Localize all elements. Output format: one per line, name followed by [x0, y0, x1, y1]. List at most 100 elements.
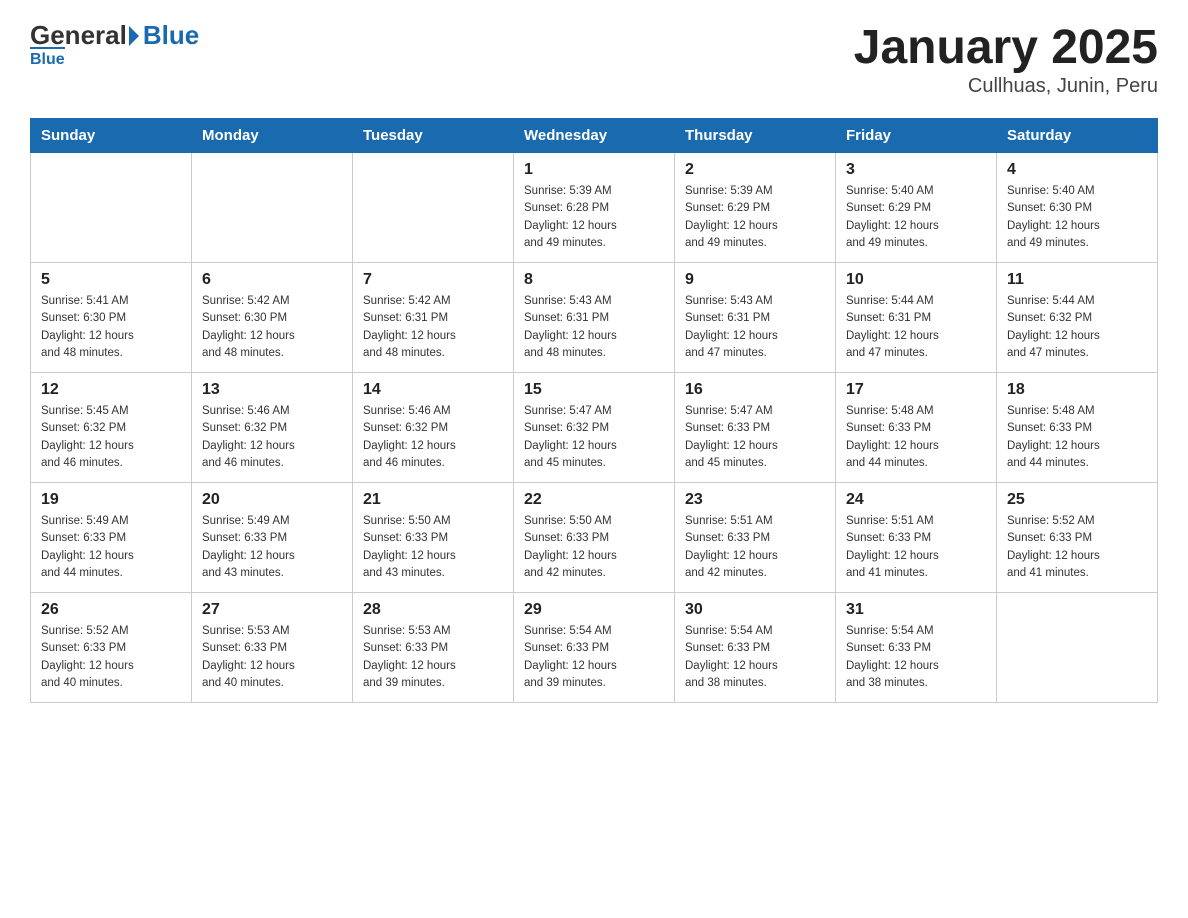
day-number: 19 — [41, 491, 181, 509]
day-info: Sunrise: 5:39 AMSunset: 6:28 PMDaylight:… — [524, 183, 664, 252]
day-number: 3 — [846, 161, 986, 179]
day-header-saturday: Saturday — [997, 119, 1158, 153]
day-info: Sunrise: 5:44 AMSunset: 6:31 PMDaylight:… — [846, 293, 986, 362]
table-row: 3 Sunrise: 5:40 AMSunset: 6:29 PMDaylight… — [836, 153, 997, 263]
day-header-sunday: Sunday — [31, 119, 192, 153]
day-header-friday: Friday — [836, 119, 997, 153]
day-number: 25 — [1007, 491, 1147, 509]
table-row: 23 Sunrise: 5:51 AMSunset: 6:33 PMDayligh… — [675, 483, 836, 593]
day-info: Sunrise: 5:47 AMSunset: 6:32 PMDaylight:… — [524, 403, 664, 472]
logo-arrow-icon — [129, 26, 139, 46]
table-row: 15Sunrise: 5:47 AMSunset: 6:32 PMDayligh… — [514, 373, 675, 483]
day-info: Sunrise: 5:42 AMSunset: 6:30 PMDaylight:… — [202, 293, 342, 362]
day-info: Sunrise: 5:51 AMSunset: 6:33 PMDaylight:… — [846, 513, 986, 582]
day-info: Sunrise: 5:50 AMSunset: 6:33 PMDaylight:… — [524, 513, 664, 582]
days-of-week-row: SundayMondayTuesdayWednesdayThursdayFrid… — [31, 119, 1158, 153]
day-info: Sunrise: 5:49 AMSunset: 6:33 PMDaylight:… — [202, 513, 342, 582]
table-row: 8 Sunrise: 5:43 AMSunset: 6:31 PMDaylight… — [514, 263, 675, 373]
table-row: 31 Sunrise: 5:54 AMSunset: 6:33 PMDayligh… — [836, 593, 997, 703]
page-header: General Blue Blue January 2025 Cullhuas,… — [30, 20, 1158, 98]
table-row: 4Sunrise: 5:40 AMSunset: 6:30 PMDaylight… — [997, 153, 1158, 263]
day-number: 27 — [202, 601, 342, 619]
day-number: 20 — [202, 491, 342, 509]
table-row: 28 Sunrise: 5:53 AMSunset: 6:33 PMDayligh… — [353, 593, 514, 703]
day-number: 6 — [202, 271, 342, 289]
day-info: Sunrise: 5:48 AMSunset: 6:33 PMDaylight:… — [1007, 403, 1147, 472]
table-row: 10 Sunrise: 5:44 AMSunset: 6:31 PMDayligh… — [836, 263, 997, 373]
day-number: 11 — [1007, 271, 1147, 289]
week-row-3: 12 Sunrise: 5:45 AMSunset: 6:32 PMDayligh… — [31, 373, 1158, 483]
table-row: 6 Sunrise: 5:42 AMSunset: 6:30 PMDaylight… — [192, 263, 353, 373]
day-info: Sunrise: 5:51 AMSunset: 6:33 PMDaylight:… — [685, 513, 825, 582]
page-title: January 2025 — [854, 20, 1158, 75]
day-header-wednesday: Wednesday — [514, 119, 675, 153]
week-row-1: 1 Sunrise: 5:39 AMSunset: 6:28 PMDaylight… — [31, 153, 1158, 263]
table-row — [31, 153, 192, 263]
day-number: 31 — [846, 601, 986, 619]
day-number: 7 — [363, 271, 503, 289]
day-info: Sunrise: 5:47 AMSunset: 6:33 PMDaylight:… — [685, 403, 825, 472]
day-info: Sunrise: 5:52 AMSunset: 6:33 PMDaylight:… — [41, 623, 181, 692]
table-row: 18 Sunrise: 5:48 AMSunset: 6:33 PMDayligh… — [997, 373, 1158, 483]
page-subtitle: Cullhuas, Junin, Peru — [854, 75, 1158, 98]
table-row: 19Sunrise: 5:49 AMSunset: 6:33 PMDayligh… — [31, 483, 192, 593]
day-number: 1 — [524, 161, 664, 179]
week-row-4: 19 Sunrise: 5:49 AMSunset: 6:33 PMDayligh… — [31, 483, 1158, 593]
day-info: Sunrise: 5:43 AMSunset: 6:31 PMDaylight:… — [524, 293, 664, 362]
day-number: 10 — [846, 271, 986, 289]
table-row: 14 Sunrise: 5:46 AMSunset: 6:32 PMDayligh… — [353, 373, 514, 483]
table-row — [353, 153, 514, 263]
day-info: Sunrise: 5:46 AMSunset: 6:32 PMDaylight:… — [202, 403, 342, 472]
day-number: 16 — [685, 381, 825, 399]
table-row: 26Sunrise: 5:52 AMSunset: 6:33 PMDayligh… — [31, 593, 192, 703]
day-number: 22 — [524, 491, 664, 509]
table-row: 25 Sunrise: 5:52 AMSunset: 6:33 PMDayligh… — [997, 483, 1158, 593]
day-number: 4 — [1007, 161, 1147, 179]
calendar-body: 1 Sunrise: 5:39 AMSunset: 6:28 PMDaylight… — [31, 153, 1158, 703]
day-number: 13 — [202, 381, 342, 399]
day-header-tuesday: Tuesday — [353, 119, 514, 153]
table-row: 29 Sunrise: 5:54 AMSunset: 6:33 PMDayligh… — [514, 593, 675, 703]
table-row: 7Sunrise: 5:42 AMSunset: 6:31 PMDaylight… — [353, 263, 514, 373]
logo-underline: Blue — [30, 47, 65, 69]
day-info: Sunrise: 5:54 AMSunset: 6:33 PMDaylight:… — [524, 623, 664, 692]
day-number: 8 — [524, 271, 664, 289]
day-info: Sunrise: 5:52 AMSunset: 6:33 PMDaylight:… — [1007, 513, 1147, 582]
day-number: 14 — [363, 381, 503, 399]
table-row: 2Sunrise: 5:39 AMSunset: 6:29 PMDaylight… — [675, 153, 836, 263]
day-number: 29 — [524, 601, 664, 619]
table-row: 20 Sunrise: 5:49 AMSunset: 6:33 PMDayligh… — [192, 483, 353, 593]
table-row: 11Sunrise: 5:44 AMSunset: 6:32 PMDayligh… — [997, 263, 1158, 373]
day-number: 17 — [846, 381, 986, 399]
day-info: Sunrise: 5:50 AMSunset: 6:33 PMDaylight:… — [363, 513, 503, 582]
day-number: 28 — [363, 601, 503, 619]
day-number: 24 — [846, 491, 986, 509]
table-row: 12 Sunrise: 5:45 AMSunset: 6:32 PMDayligh… — [31, 373, 192, 483]
calendar-table: SundayMondayTuesdayWednesdayThursdayFrid… — [30, 118, 1158, 703]
table-row: 5Sunrise: 5:41 AMSunset: 6:30 PMDaylight… — [31, 263, 192, 373]
day-number: 23 — [685, 491, 825, 509]
day-info: Sunrise: 5:53 AMSunset: 6:33 PMDaylight:… — [363, 623, 503, 692]
day-number: 18 — [1007, 381, 1147, 399]
week-row-2: 5Sunrise: 5:41 AMSunset: 6:30 PMDaylight… — [31, 263, 1158, 373]
day-info: Sunrise: 5:54 AMSunset: 6:33 PMDaylight:… — [846, 623, 986, 692]
table-row: 9Sunrise: 5:43 AMSunset: 6:31 PMDaylight… — [675, 263, 836, 373]
day-info: Sunrise: 5:53 AMSunset: 6:33 PMDaylight:… — [202, 623, 342, 692]
logo-blue-text: Blue — [143, 20, 199, 51]
table-row: 27 Sunrise: 5:53 AMSunset: 6:33 PMDayligh… — [192, 593, 353, 703]
day-info: Sunrise: 5:45 AMSunset: 6:32 PMDaylight:… — [41, 403, 181, 472]
day-number: 12 — [41, 381, 181, 399]
day-info: Sunrise: 5:46 AMSunset: 6:32 PMDaylight:… — [363, 403, 503, 472]
table-row: 30Sunrise: 5:54 AMSunset: 6:33 PMDayligh… — [675, 593, 836, 703]
day-info: Sunrise: 5:39 AMSunset: 6:29 PMDaylight:… — [685, 183, 825, 252]
table-row: 21 Sunrise: 5:50 AMSunset: 6:33 PMDayligh… — [353, 483, 514, 593]
day-number: 21 — [363, 491, 503, 509]
day-info: Sunrise: 5:40 AMSunset: 6:29 PMDaylight:… — [846, 183, 986, 252]
day-info: Sunrise: 5:43 AMSunset: 6:31 PMDaylight:… — [685, 293, 825, 362]
day-number: 30 — [685, 601, 825, 619]
table-row: 24 Sunrise: 5:51 AMSunset: 6:33 PMDayligh… — [836, 483, 997, 593]
table-row: 17Sunrise: 5:48 AMSunset: 6:33 PMDayligh… — [836, 373, 997, 483]
calendar-header: SundayMondayTuesdayWednesdayThursdayFrid… — [31, 119, 1158, 153]
table-row — [192, 153, 353, 263]
day-info: Sunrise: 5:41 AMSunset: 6:30 PMDaylight:… — [41, 293, 181, 362]
